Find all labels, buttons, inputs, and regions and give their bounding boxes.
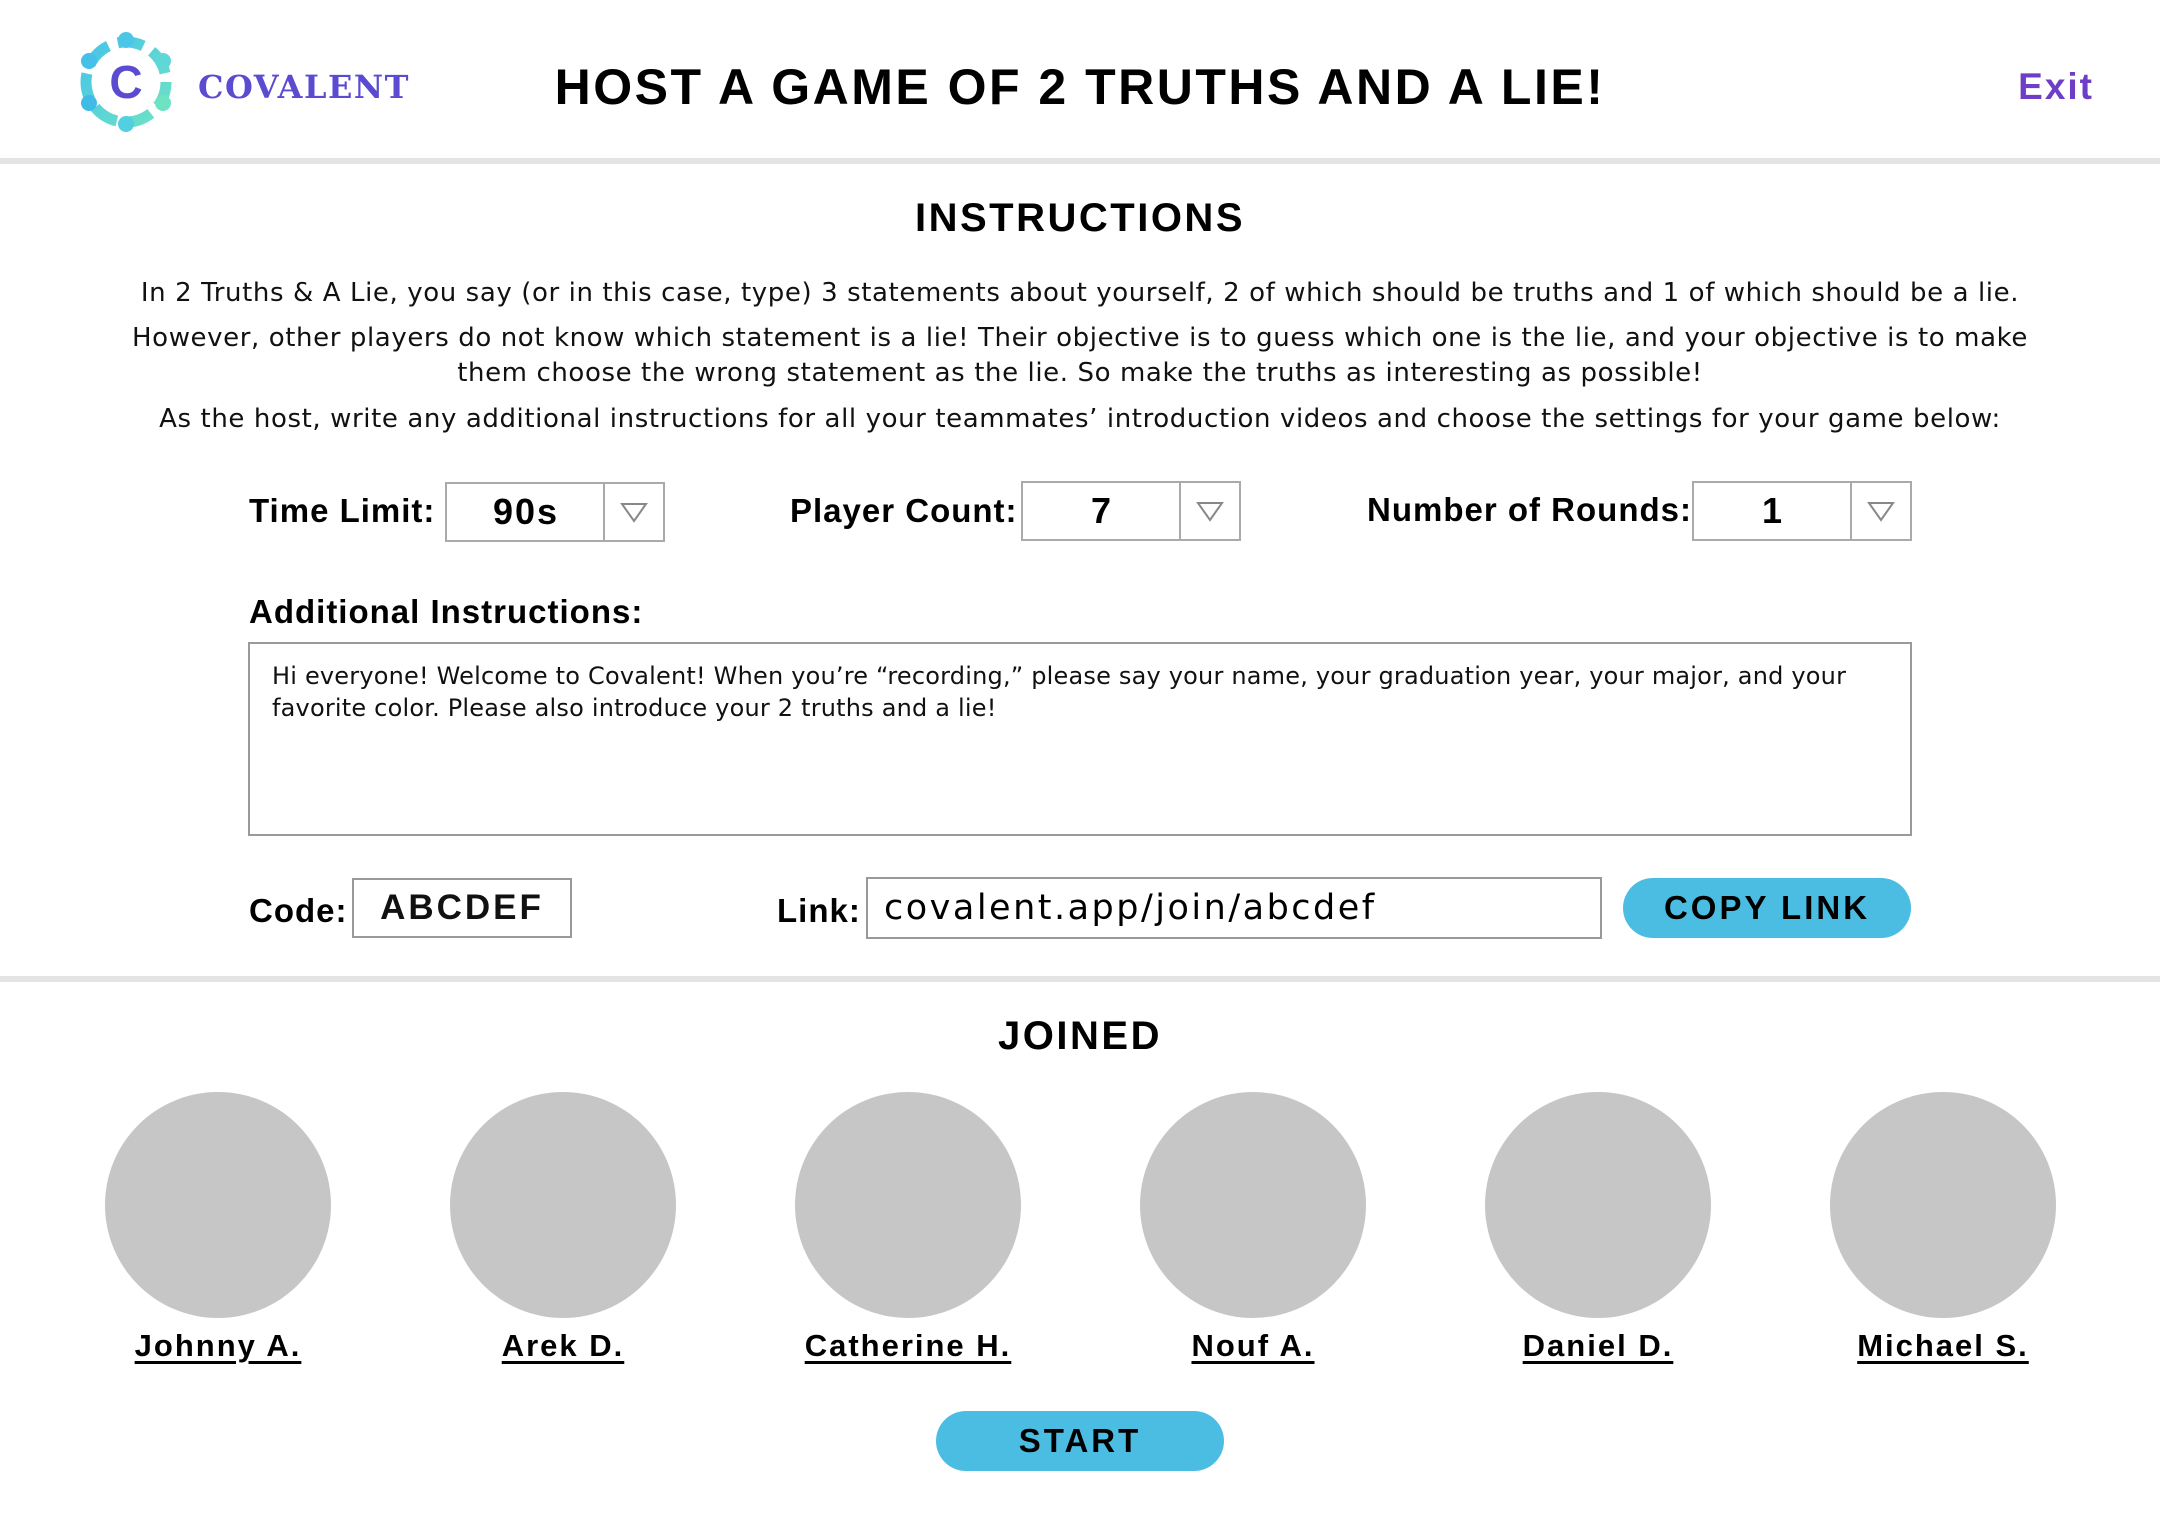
avatar xyxy=(1830,1092,2056,1318)
rounds-label: Number of Rounds: xyxy=(1367,491,1692,528)
header: C COVALENT HOST A GAME OF 2 TRUTHS AND A… xyxy=(0,0,2160,158)
player-card: Johnny A. xyxy=(83,1092,353,1364)
additional-instructions-textarea[interactable]: Hi everyone! Welcome to Covalent! When y… xyxy=(248,642,1912,836)
joined-heading: JOINED xyxy=(998,1014,1162,1058)
chevron-down-icon[interactable] xyxy=(1850,483,1910,539)
player-name[interactable]: Michael S. xyxy=(1857,1328,2029,1364)
join-link-field[interactable]: covalent.app/join/abcdef xyxy=(866,877,1602,939)
copy-link-button[interactable]: COPY LINK xyxy=(1623,878,1911,938)
avatar xyxy=(1140,1092,1366,1318)
instructions-paragraph-2: However, other players do not know which… xyxy=(132,323,2028,388)
link-label: Link: xyxy=(777,892,861,929)
avatar xyxy=(795,1092,1021,1318)
chevron-down-icon[interactable] xyxy=(603,484,663,540)
rounds-select[interactable]: 1 xyxy=(1692,481,1912,541)
player-name[interactable]: Johnny A. xyxy=(135,1328,302,1364)
rounds-value: 1 xyxy=(1761,490,1785,531)
instructions-paragraph-1: In 2 Truths & A Lie, you say (or in this… xyxy=(140,278,2020,308)
chevron-down-icon[interactable] xyxy=(1179,483,1239,539)
instructions-heading: INSTRUCTIONS xyxy=(915,196,1245,240)
time-limit-label: Time Limit: xyxy=(249,492,436,529)
player-count-select[interactable]: 7 xyxy=(1021,481,1241,541)
player-card: Daniel D. xyxy=(1463,1092,1733,1364)
avatar xyxy=(1485,1092,1711,1318)
player-name[interactable]: Daniel D. xyxy=(1523,1328,1674,1364)
avatar xyxy=(105,1092,331,1318)
exit-link[interactable]: Exit xyxy=(2018,66,2094,108)
page-title: HOST A GAME OF 2 TRUTHS AND A LIE! xyxy=(554,59,1606,115)
section-divider xyxy=(0,976,2160,982)
player-card: Nouf A. xyxy=(1118,1092,1388,1364)
avatar xyxy=(450,1092,676,1318)
player-name[interactable]: Nouf A. xyxy=(1191,1328,1314,1364)
player-card: Arek D. xyxy=(428,1092,698,1364)
code-label: Code: xyxy=(249,892,348,929)
player-name[interactable]: Arek D. xyxy=(502,1328,625,1364)
game-code-field[interactable]: ABCDEF xyxy=(352,878,572,938)
additional-instructions-label: Additional Instructions: xyxy=(249,593,644,630)
instructions-paragraph-3: As the host, write any additional instru… xyxy=(159,404,2001,434)
player-card: Michael S. xyxy=(1808,1092,2078,1364)
player-name[interactable]: Catherine H. xyxy=(805,1328,1012,1364)
start-button[interactable]: START xyxy=(936,1411,1224,1471)
header-divider xyxy=(0,158,2160,164)
player-card: Catherine H. xyxy=(773,1092,1043,1364)
player-count-label: Player Count: xyxy=(790,492,1018,529)
time-limit-value: 90s xyxy=(492,491,560,532)
player-count-value: 7 xyxy=(1090,490,1114,531)
time-limit-select[interactable]: 90s xyxy=(445,482,665,542)
